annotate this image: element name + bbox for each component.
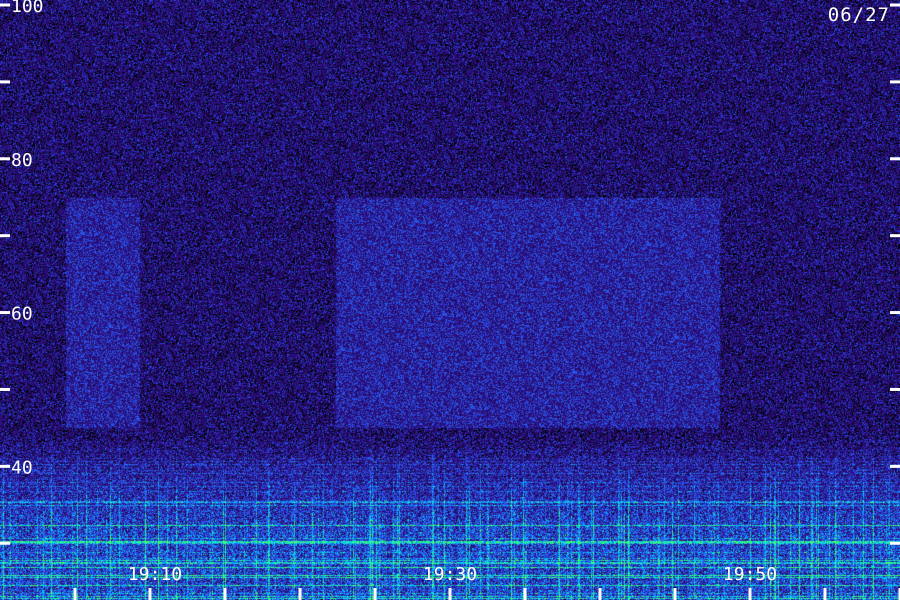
y-tick-label-4: 60 [11, 304, 33, 325]
chart-axes-overlay: 100 80 60 40 19:10 19:30 19:50 [0, 0, 900, 600]
x-tick-label-2: 19:50 [723, 564, 777, 585]
x-tick-label-1: 19:30 [423, 564, 477, 585]
y-tick-label-6: 40 [11, 457, 33, 478]
x-tick-label-0: 19:10 [128, 564, 182, 585]
date-label: 06/27 [827, 4, 890, 26]
y-tick-label-0: 100 [11, 0, 44, 17]
y-tick-label-2: 80 [11, 150, 33, 171]
